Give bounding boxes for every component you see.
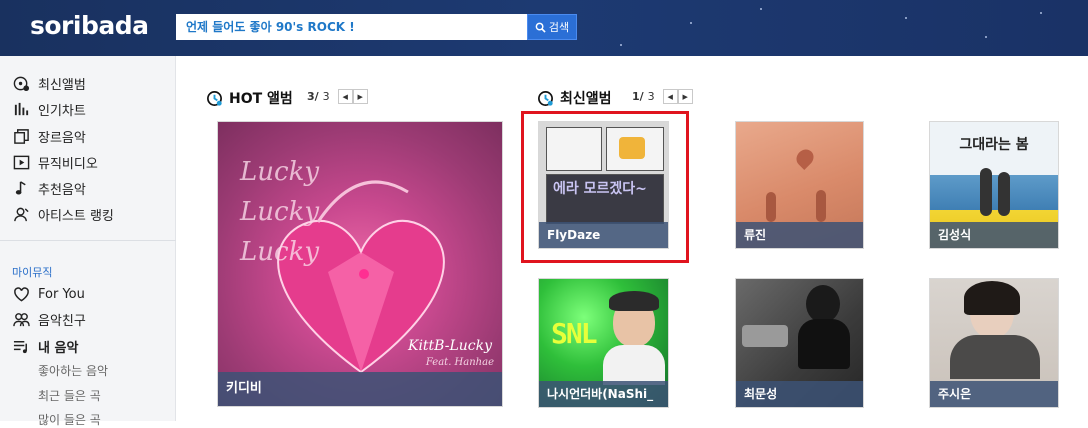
hot-next-button[interactable]: ▶: [352, 89, 368, 104]
latest-page-current: 1/: [632, 90, 644, 103]
sidebar-item-my-music[interactable]: 내 음악: [12, 336, 78, 356]
latest-next-button[interactable]: ▶: [677, 89, 693, 104]
hot-prev-button[interactable]: ◀: [337, 89, 353, 104]
album-card-jusieun[interactable]: 주시은: [929, 278, 1059, 408]
search-input[interactable]: 언제 들어도 좋아 90's ROCK !: [176, 14, 527, 40]
sidebar-divider: [0, 240, 176, 241]
selection-highlight-box: [521, 111, 689, 263]
soribada-logo[interactable]: soribada: [30, 11, 149, 40]
play-icon: [13, 155, 29, 169]
album-caption: 나시언더바(NaShi_: [539, 381, 668, 407]
sidebar-item-popular-chart[interactable]: 인기차트: [12, 99, 86, 119]
sidebar-item-music-friends[interactable]: 음악친구: [12, 309, 86, 329]
sidebar-item-label: 최신앨범: [38, 77, 86, 93]
album-caption: 김성식: [930, 222, 1058, 248]
heart-icon: [13, 286, 29, 302]
sidebar-item-label: 내 음악: [38, 340, 79, 356]
album-art-sign: KittB-Lucky: [407, 338, 492, 354]
sidebar-item-label: 음악친구: [38, 313, 86, 329]
sidebar-item-label: 뮤직비디오: [38, 156, 98, 172]
sidebar-item-recommended[interactable]: 추천음악: [12, 178, 86, 198]
sub-item-liked-music[interactable]: 좋아하는 음악: [38, 362, 108, 379]
album-card-ryujin[interactable]: 류진: [735, 121, 864, 249]
hot-album-card[interactable]: Lucky Lucky Lucky KittB-Lucky Feat. Hanh…: [217, 121, 503, 407]
sidebar-item-latest-albums[interactable]: 최신앨범: [12, 73, 86, 93]
album-art-text: 그대라는 봄: [959, 137, 1029, 153]
album-art-text: SNL: [551, 317, 598, 350]
hot-album-title: HOT 앨범: [229, 91, 293, 107]
hot-page-total: 3: [322, 90, 330, 103]
latest-album-pager: 1/ 3 ◀ ▶: [632, 89, 693, 104]
search-button[interactable]: 검색: [527, 14, 577, 40]
sidebar-item-label: 인기차트: [38, 103, 86, 119]
sidebar-item-artist-ranking[interactable]: 아티스트 랭킹: [12, 204, 114, 224]
sidebar-item-genre-music[interactable]: 장르음악: [12, 126, 86, 146]
album-card-nashi[interactable]: SNL 나시언더바(NaShi_: [538, 278, 669, 408]
my-music-title: 마이뮤직: [12, 266, 53, 279]
sidebar-item-label: 아티스트 랭킹: [38, 208, 114, 224]
latest-album-header: 최신앨범: [537, 88, 612, 108]
album-caption: 최문성: [736, 381, 863, 407]
album-caption: 키디비: [218, 372, 502, 406]
album-card-kimseongsik[interactable]: 그대라는 봄 김성식: [929, 121, 1059, 249]
album-art: Lucky Lucky Lucky KittB-Lucky Feat. Hanh…: [218, 122, 502, 406]
bar-chart-icon: [14, 102, 28, 115]
friends-icon: [12, 312, 30, 326]
new-clock-icon: [538, 90, 553, 106]
latest-prev-button[interactable]: ◀: [662, 89, 678, 104]
sidebar-item-label: 추천음악: [38, 182, 86, 198]
album-art-feat: Feat. Hanhae: [425, 357, 494, 368]
sidebar-item-label: For You: [38, 286, 85, 302]
music-note-icon: [15, 180, 26, 194]
album-card-choimunseong[interactable]: 최문성: [735, 278, 864, 408]
search-icon: [535, 22, 546, 33]
artist-icon: [13, 207, 29, 221]
latest-album-title: 최신앨범: [560, 91, 612, 107]
sub-item-most-played[interactable]: 많이 들은 곡: [38, 411, 101, 428]
playlist-icon: [13, 340, 27, 353]
album-art-text: Lucky Lucky Lucky: [240, 157, 320, 267]
sidebar-item-music-video[interactable]: 뮤직비디오: [12, 152, 98, 172]
sub-item-recent-songs[interactable]: 최근 들은 곡: [38, 387, 101, 404]
hot-page-current: 3/: [307, 90, 319, 103]
hot-clock-icon: [207, 90, 222, 106]
top-header: soribada 언제 들어도 좋아 90's ROCK ! 검색: [0, 0, 1088, 56]
album-caption: 주시은: [930, 381, 1058, 407]
hot-album-pager: 3/ 3 ◀ ▶: [307, 89, 368, 104]
search-button-label: 검색: [548, 21, 570, 34]
sidebar-item-for-you[interactable]: For You: [12, 284, 85, 304]
sidebar: 최신앨범 인기차트 장르음악 뮤직비디오 추천음악 아티스트 랭킹 마이뮤직 F…: [0, 56, 176, 427]
hot-album-header: HOT 앨범: [206, 88, 293, 108]
latest-page-total: 3: [647, 90, 655, 103]
disc-new-icon: [13, 76, 29, 91]
album-caption: 류진: [736, 222, 863, 248]
sidebar-item-label: 장르음악: [38, 130, 86, 146]
stack-icon: [13, 128, 29, 144]
